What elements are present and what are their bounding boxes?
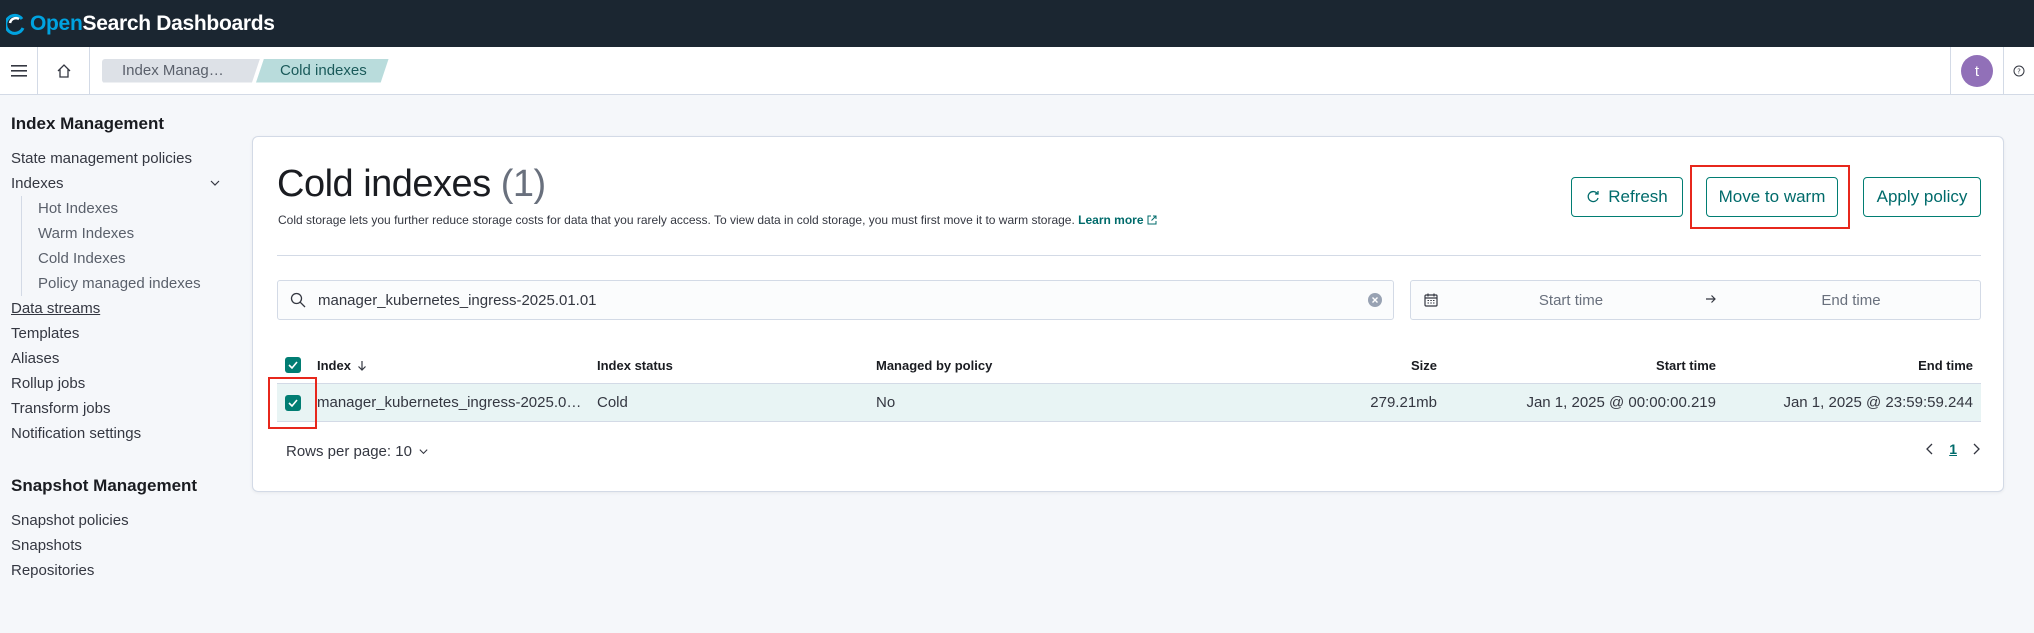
rows-per-page-button[interactable]: Rows per page: 10 [286, 443, 429, 460]
sidebar-item-transform-jobs[interactable]: Transform jobs [11, 396, 221, 421]
column-header-managed-by-policy[interactable]: Managed by policy [876, 347, 1076, 383]
chevron-down-icon[interactable] [209, 177, 221, 189]
cold-indexes-panel: Cold indexes (1) Cold storage lets you f… [252, 136, 2004, 492]
column-header-size[interactable]: Size [1197, 347, 1437, 383]
sidebar-item-cold-indexes[interactable]: Cold Indexes [38, 246, 221, 271]
sidebar-item-state-management-policies[interactable]: State management policies [11, 146, 221, 171]
cell-index-name[interactable]: manager_kubernetes_ingress-2025.0… [317, 384, 582, 421]
move-to-warm-button[interactable]: Move to warm [1706, 177, 1838, 217]
cell-end-time: Jan 1, 2025 @ 23:59:59.244 [1783, 394, 1973, 411]
opensearch-logo[interactable]: OpenSearch Dashboards [6, 12, 275, 36]
breadcrumb-cold-indexes: Cold indexes [256, 59, 389, 83]
sort-arrow-down-icon [358, 360, 366, 371]
check-icon [288, 361, 298, 369]
help-button[interactable]: ? [2004, 47, 2034, 95]
calendar-icon [1424, 293, 1438, 307]
breadcrumb: Index Manage… Cold indexes [102, 59, 385, 83]
page-description: Cold storage lets you further reduce sto… [278, 213, 1157, 227]
page-title: Cold indexes (1) [277, 163, 546, 205]
avatar: t [1961, 55, 1993, 87]
chevron-down-icon [419, 449, 428, 455]
select-all-checkbox[interactable] [285, 357, 301, 373]
top-header: OpenSearch Dashboards [0, 0, 2034, 47]
clear-search-button[interactable] [1357, 293, 1393, 307]
column-header-end-time[interactable]: End time [1737, 347, 1973, 383]
external-link-icon [1147, 215, 1157, 225]
sidebar-title-snapshot-management: Snapshot Management [11, 476, 198, 495]
sidebar-item-snapshot-policies[interactable]: Snapshot policies [11, 508, 221, 533]
sidebar-item-aliases[interactable]: Aliases [11, 346, 221, 371]
sidebar-item-data-streams[interactable]: Data streams [11, 296, 221, 321]
end-time-input[interactable]: End time [1731, 292, 1971, 309]
page-number-button[interactable]: 1 [1949, 441, 1957, 457]
home-icon [57, 63, 70, 78]
table-header: Index Index status Managed by policy Siz… [277, 347, 1981, 384]
sidebar-item-label: Indexes [11, 175, 64, 192]
sidebar-item-repositories[interactable]: Repositories [11, 558, 221, 583]
cell-index-status: Cold [597, 394, 628, 411]
sidebar-title-index-management: Index Management [11, 114, 165, 133]
column-header-index-status[interactable]: Index status [597, 347, 797, 383]
help-icon: ? [2013, 65, 2025, 77]
sidebar-item-notification-settings[interactable]: Notification settings [11, 421, 221, 446]
index-count: (1) [500, 163, 546, 205]
sidebar-item-rollup-jobs[interactable]: Rollup jobs [11, 371, 221, 396]
cell-start-time: Jan 1, 2025 @ 00:00:00.219 [1526, 394, 1716, 411]
logo-text: OpenSearch Dashboards [30, 11, 275, 35]
svg-text:?: ? [2017, 68, 2021, 76]
table-row[interactable]: manager_kubernetes_ingress-2025.0… Cold … [277, 384, 1981, 422]
apply-policy-button[interactable]: Apply policy [1863, 177, 1981, 217]
hamburger-icon [10, 64, 27, 77]
next-page-icon[interactable] [1971, 443, 1981, 455]
menu-toggle-button[interactable] [0, 46, 38, 95]
start-time-input[interactable]: Start time [1451, 292, 1691, 309]
refresh-icon [1587, 190, 1599, 203]
home-button[interactable] [38, 46, 90, 95]
cell-size: 279.21mb [1370, 394, 1437, 411]
column-header-index[interactable]: Index [317, 347, 517, 383]
pagination: 1 [1925, 441, 1981, 457]
column-header-start-time[interactable]: Start time [1477, 347, 1716, 383]
calendar-button[interactable] [1411, 281, 1451, 319]
sidebar-item-warm-indexes[interactable]: Warm Indexes [38, 221, 221, 246]
learn-more-link[interactable]: Learn more [1078, 213, 1157, 227]
sidebar-item-snapshots[interactable]: Snapshots [11, 533, 221, 558]
sidebar-item-policy-managed-indexes[interactable]: Policy managed indexes [38, 271, 221, 296]
sidebar-item-indexes[interactable]: Indexes [11, 171, 221, 196]
previous-page-icon[interactable] [1925, 443, 1935, 455]
sidebar-indexes-submenu: Hot Indexes Warm Indexes Cold Indexes Po… [21, 196, 221, 296]
refresh-label: Refresh [1608, 187, 1668, 206]
search-value[interactable]: manager_kubernetes_ingress-2025.01.01 [318, 292, 1357, 309]
user-menu-button[interactable]: t [1950, 47, 2004, 95]
sidebar: Index Management State management polici… [11, 114, 221, 583]
divider [277, 255, 1981, 256]
sidebar-item-templates[interactable]: Templates [11, 321, 221, 346]
search-icon [278, 280, 318, 320]
clear-icon [1368, 293, 1382, 307]
cell-managed-by-policy: No [876, 394, 896, 411]
row-checkbox-highlight [268, 377, 317, 429]
opensearch-logo-icon [6, 13, 25, 35]
search-input[interactable]: manager_kubernetes_ingress-2025.01.01 [277, 280, 1394, 320]
sidebar-item-hot-indexes[interactable]: Hot Indexes [38, 196, 221, 221]
nav-bar: Index Manage… Cold indexes t ? [0, 46, 2034, 95]
date-range-picker: Start time End time [1410, 280, 1981, 320]
breadcrumb-index-management[interactable]: Index Manage… [102, 59, 260, 83]
refresh-button[interactable]: Refresh [1571, 177, 1683, 217]
arrow-right-icon [1691, 291, 1731, 309]
